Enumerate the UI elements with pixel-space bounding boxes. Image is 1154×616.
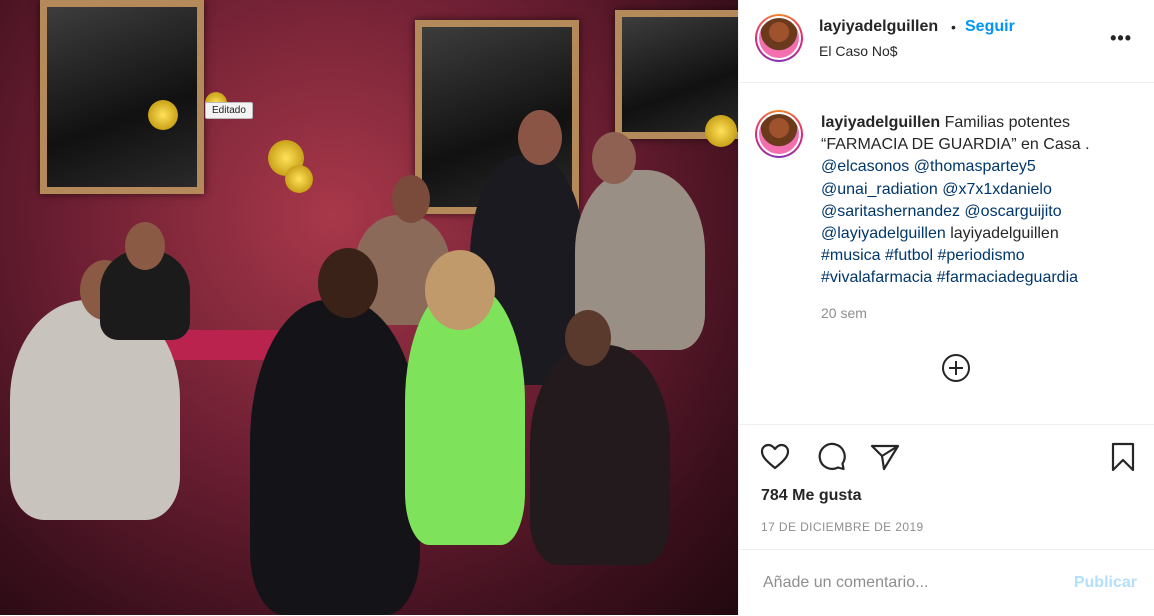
comment-bubble-icon[interactable]: [815, 441, 847, 473]
person-head: [125, 222, 165, 270]
caption-username[interactable]: layiyadelguillen: [821, 114, 940, 131]
post-header: layiyadelguillen • Seguir El Caso No$ ••…: [739, 0, 1154, 83]
wall-picture-left: [40, 0, 204, 194]
avatar-border: [757, 112, 801, 156]
follow-button[interactable]: Seguir: [965, 18, 1015, 36]
caption-section: layiyadelguillen Familias potentes “FARM…: [739, 96, 1154, 426]
caption-mention[interactable]: @layiyadelguillen: [821, 225, 946, 242]
avatar-border: [757, 16, 801, 60]
comment-input[interactable]: [761, 570, 1055, 596]
person: [250, 300, 420, 615]
person-head: [565, 310, 611, 366]
save-bookmark-icon[interactable]: [1107, 441, 1139, 473]
more-options-icon[interactable]: •••: [1110, 28, 1132, 49]
person: [530, 345, 670, 565]
location-link[interactable]: El Caso No$: [819, 43, 898, 59]
flower: [705, 115, 737, 147]
person-head: [425, 250, 495, 330]
likes-count[interactable]: 784 Me gusta: [761, 487, 861, 505]
caption-mixed-line: @layiyadelguillen layiyadelguillen: [821, 223, 1131, 245]
caption-mentions[interactable]: @saritashernandez @oscarguijito: [821, 201, 1131, 223]
publish-button[interactable]: Publicar: [1074, 574, 1137, 592]
comment-form: Publicar: [739, 549, 1154, 616]
caption-mentions[interactable]: @unai_radiation @x7x1xdanielo: [821, 179, 1131, 201]
avatar-image: [759, 18, 799, 58]
separator-dot: •: [951, 19, 956, 35]
caption-text-fragment: layiyadelguillen: [945, 225, 1059, 243]
person-head: [392, 175, 430, 223]
person-head: [518, 110, 562, 165]
post-time-ago: 20 sem: [821, 305, 867, 321]
like-heart-icon[interactable]: [759, 441, 791, 473]
flower: [285, 165, 313, 193]
caption-hashtags[interactable]: #musica #futbol #periodismo: [821, 245, 1131, 267]
flower: [148, 100, 178, 130]
caption-avatar[interactable]: [755, 110, 803, 158]
post-photo[interactable]: Editado: [0, 0, 738, 615]
avatar-image: [759, 114, 799, 154]
person-head: [318, 248, 378, 318]
caption-line: layiyadelguillen Familias potentes: [821, 112, 1131, 134]
caption-hashtags[interactable]: #vivalafarmacia #farmaciadeguardia: [821, 267, 1131, 289]
post-side-panel: layiyadelguillen • Seguir El Caso No$ ••…: [738, 0, 1154, 615]
person-head: [592, 132, 636, 184]
action-bar: 784 Me gusta 17 DE DICIEMBRE DE 2019 Pub…: [739, 424, 1154, 615]
caption-text-line: Familias potentes: [944, 114, 1070, 131]
edited-tag[interactable]: Editado: [205, 102, 253, 119]
avatar[interactable]: [755, 14, 803, 62]
author-username[interactable]: layiyadelguillen: [819, 18, 938, 36]
caption-mentions[interactable]: @elcasonos @thomaspartey5: [821, 156, 1131, 178]
share-paper-plane-icon[interactable]: [869, 441, 901, 473]
post-date: 17 DE DICIEMBRE DE 2019: [761, 520, 924, 534]
load-more-comments-icon[interactable]: [942, 354, 970, 382]
caption-text-line: “FARMACIA DE GUARDIA” en Casa .: [821, 136, 1090, 154]
caption-text: layiyadelguillen Familias potentes “FARM…: [821, 112, 1131, 290]
